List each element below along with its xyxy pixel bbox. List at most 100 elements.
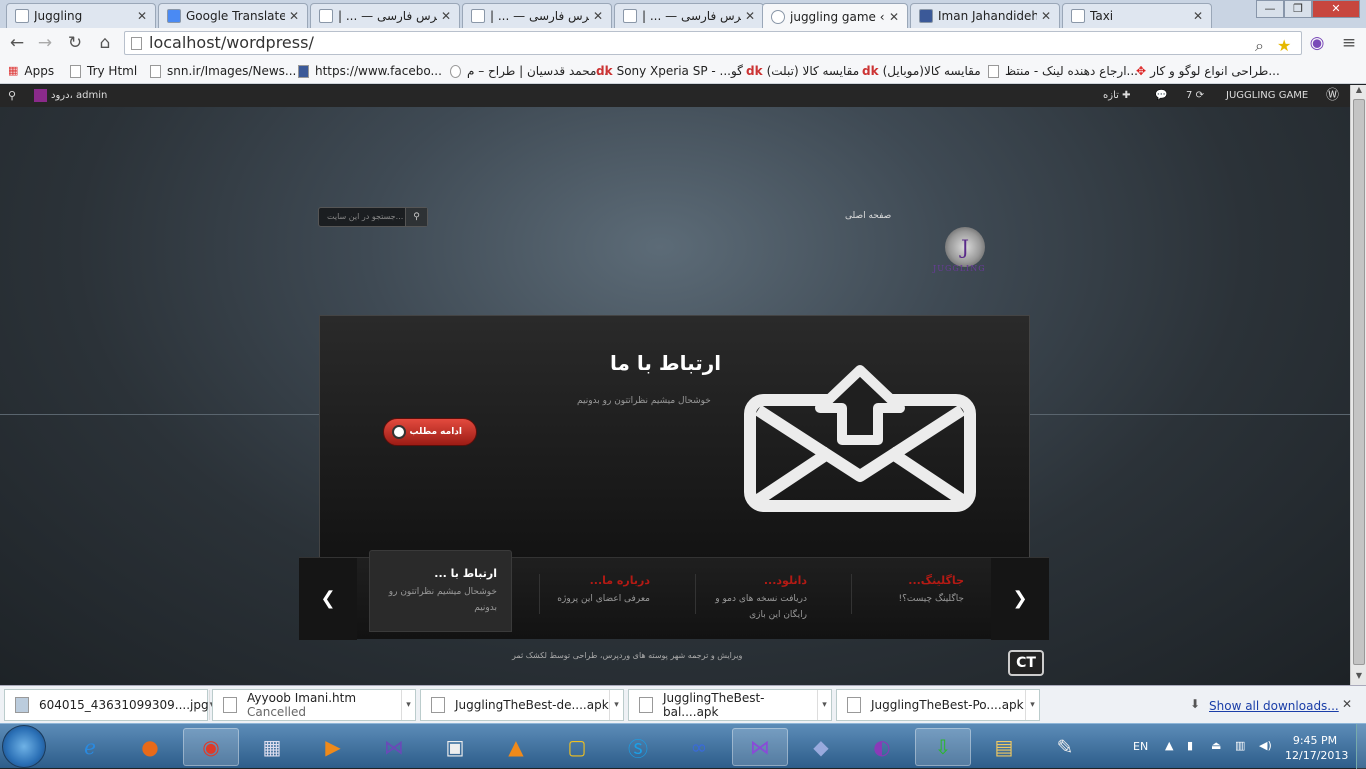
tab-wordpress-fa-3[interactable]: | ... — وردپرس فارسی✕	[614, 3, 764, 28]
calculator-icon[interactable]: ▦	[244, 728, 300, 766]
tab-iman-jahandideh[interactable]: Iman Jahandideh ✕	[910, 3, 1060, 28]
visual-studio-icon[interactable]: ⋈	[366, 728, 422, 766]
bookmark-facebook[interactable]: https://www.facebo...	[298, 62, 442, 80]
internet-explorer-icon[interactable]: ℯ	[62, 728, 118, 766]
skype-icon[interactable]: Ⓢ	[610, 728, 666, 766]
chrome-icon[interactable]: ◉	[183, 728, 239, 766]
reload-button[interactable]: ↻	[64, 32, 86, 54]
admin-user-menu[interactable]: درود، admin	[34, 85, 107, 107]
minimize-button[interactable]: —	[1256, 0, 1284, 18]
close-icon[interactable]: ✕	[1193, 9, 1203, 23]
bookmark-logo-design[interactable]: ✥ طراحی انواع لوگو و کار...	[1136, 62, 1280, 80]
download-item[interactable]: JugglingTheBest-Po....apk ▾	[836, 689, 1040, 721]
wordpress-icon[interactable]: Ⓦ	[1326, 85, 1339, 107]
forward-button[interactable]: →	[34, 32, 56, 54]
start-button[interactable]	[2, 725, 46, 768]
media-player-classic-icon[interactable]: ▣	[427, 728, 483, 766]
home-button[interactable]: ⌂	[94, 32, 116, 54]
ct-logo[interactable]: CT	[1008, 650, 1044, 676]
infinity-icon[interactable]: ∞	[671, 728, 727, 766]
search-input[interactable]: جستجو در این سایت... ⚲	[318, 207, 428, 227]
slide-contact[interactable]: ارتباط با ... خوشحال میشیم نظراتتون رو ب…	[369, 550, 512, 632]
menu-icon[interactable]: ≡	[1338, 32, 1360, 54]
star-icon[interactable]: ★	[1277, 35, 1291, 57]
internet-download-manager-icon[interactable]: ⇩	[915, 728, 971, 766]
folder-icon[interactable]: ▤	[976, 728, 1032, 766]
close-icon[interactable]: ✕	[289, 9, 299, 23]
updates-menu[interactable]: 7 ⟳	[1186, 85, 1204, 107]
close-icon[interactable]: ✕	[889, 10, 899, 24]
bookmarks-bar: ▦ Apps Try Html snn.ir/Images/News... htt…	[0, 58, 1366, 84]
explorer-icon[interactable]: ▢	[549, 728, 605, 766]
download-item[interactable]: JugglingTheBest-bal....apk ▾	[628, 689, 832, 721]
close-icon[interactable]: ✕	[1041, 9, 1051, 23]
close-icon[interactable]: ✕	[137, 9, 147, 23]
search-icon[interactable]: ⚲	[405, 208, 427, 226]
language-indicator[interactable]: EN	[1133, 740, 1148, 753]
site-name-link[interactable]: JUGGLING GAME	[1226, 85, 1308, 107]
comments-icon[interactable]: 💬	[1155, 85, 1167, 107]
bookmark-try-html[interactable]: Try Html	[70, 62, 137, 80]
network-icon[interactable]: ▥	[1235, 739, 1245, 752]
page-scrollbar[interactable]: ▲ ▼	[1350, 85, 1366, 685]
eclipse-icon[interactable]: ◐	[854, 728, 910, 766]
close-icon[interactable]: ✕	[593, 9, 603, 23]
bookmark-snn[interactable]: snn.ir/Images/News...	[150, 62, 296, 80]
tab-google-translate[interactable]: Google Translate ✕	[158, 3, 308, 28]
dropdown-icon[interactable]: ▾	[817, 690, 831, 720]
maximize-button[interactable]: ❐	[1284, 0, 1312, 18]
tab-juggling[interactable]: Juggling ✕	[6, 3, 156, 28]
tab-wordpress-fa-1[interactable]: | ... — وردپرس فارسی✕	[310, 3, 460, 28]
window-close-button[interactable]: ✕	[1312, 0, 1360, 18]
visual-studio-2013-icon[interactable]: ⋈	[732, 728, 788, 766]
scroll-up-icon[interactable]: ▲	[1351, 85, 1366, 99]
dropdown-icon[interactable]: ▾	[609, 690, 623, 720]
scroll-down-icon[interactable]: ▼	[1351, 671, 1366, 685]
usb-icon[interactable]: ⏏	[1211, 739, 1221, 752]
slide-juggling[interactable]: جاگلینگ... جاگلینگ چیست؟!	[854, 558, 978, 640]
address-bar[interactable]: localhost/wordpress/ ⌕ ★	[124, 31, 1302, 55]
show-all-downloads-link[interactable]: Show all downloads...	[1209, 699, 1339, 713]
vlc-icon[interactable]: ▲	[488, 728, 544, 766]
back-button[interactable]: ←	[6, 32, 28, 54]
download-item[interactable]: Ayyoob Imani.htm Cancelled ▾	[212, 689, 416, 721]
bookmark-xperia[interactable]: dk Sony Xperia SP - ...گو	[596, 62, 743, 80]
search-icon[interactable]: ⚲	[8, 85, 16, 107]
dropdown-icon[interactable]: ▾	[401, 690, 415, 720]
close-icon[interactable]: ✕	[1342, 697, 1352, 711]
dropdown-icon[interactable]: ▾	[1025, 690, 1039, 720]
bookmark-compare-mobile[interactable]: dk مقایسه کالا(موبایل)	[862, 62, 981, 80]
page-icon	[150, 64, 161, 78]
download-item[interactable]: 604015_43631099309....jpg▾	[4, 689, 214, 721]
bookmark-link-referrer[interactable]: ارجاع دهنده لینک - منتظ...	[988, 62, 1138, 80]
close-icon[interactable]: ✕	[441, 9, 451, 23]
tab-juggling-game[interactable]: juggling game ‹ بنگ✕	[762, 3, 908, 29]
volume-icon[interactable]: ◀)	[1259, 739, 1272, 752]
scrollbar-thumb[interactable]	[1353, 99, 1365, 665]
media-player-icon[interactable]: ▶	[305, 728, 361, 766]
tray-expand-icon[interactable]: ▲	[1165, 739, 1173, 752]
slide-download[interactable]: دانلود... دریافت نسخه های دمو و رایگان ا…	[697, 558, 821, 640]
slide-about[interactable]: درباره ما... معرفی اعضای این پروژه	[542, 558, 664, 640]
extension-icon[interactable]: ◉	[1306, 32, 1328, 54]
nav-home-link[interactable]: صفحه اصلی	[845, 211, 891, 221]
bookmark-compare-tablet[interactable]: dk مقایسه کالا (تبلت)	[746, 62, 859, 80]
virtualbox-icon[interactable]: ◆	[793, 728, 849, 766]
close-icon[interactable]: ✕	[745, 9, 755, 23]
slider-prev-button[interactable]: ❮	[299, 558, 357, 640]
new-content-menu[interactable]: تازه ✚	[1103, 85, 1130, 107]
signal-icon[interactable]: ▮	[1187, 739, 1193, 752]
tab-taxi[interactable]: Taxi ✕	[1062, 3, 1212, 28]
bookmark-ghodsian[interactable]: محمد قدسیان | طراح – م...	[450, 62, 608, 80]
slider-next-button[interactable]: ❯	[991, 558, 1049, 640]
tab-wordpress-fa-2[interactable]: | ... — وردپرس فارسی✕	[462, 3, 612, 28]
search-icon[interactable]: ⌕	[1255, 35, 1264, 57]
site-logo[interactable]: J	[945, 227, 985, 267]
firefox-icon[interactable]: ●	[122, 728, 178, 766]
bookmark-apps[interactable]: ▦ Apps	[8, 62, 54, 80]
download-item[interactable]: JugglingTheBest-de....apk ▾	[420, 689, 624, 721]
read-more-button[interactable]: ادامه مطلب	[383, 418, 477, 446]
paint-icon[interactable]: ✎	[1037, 728, 1093, 766]
system-clock[interactable]: 9:45 PM 12/17/2013	[1285, 733, 1348, 763]
show-desktop-button[interactable]	[1356, 724, 1366, 769]
